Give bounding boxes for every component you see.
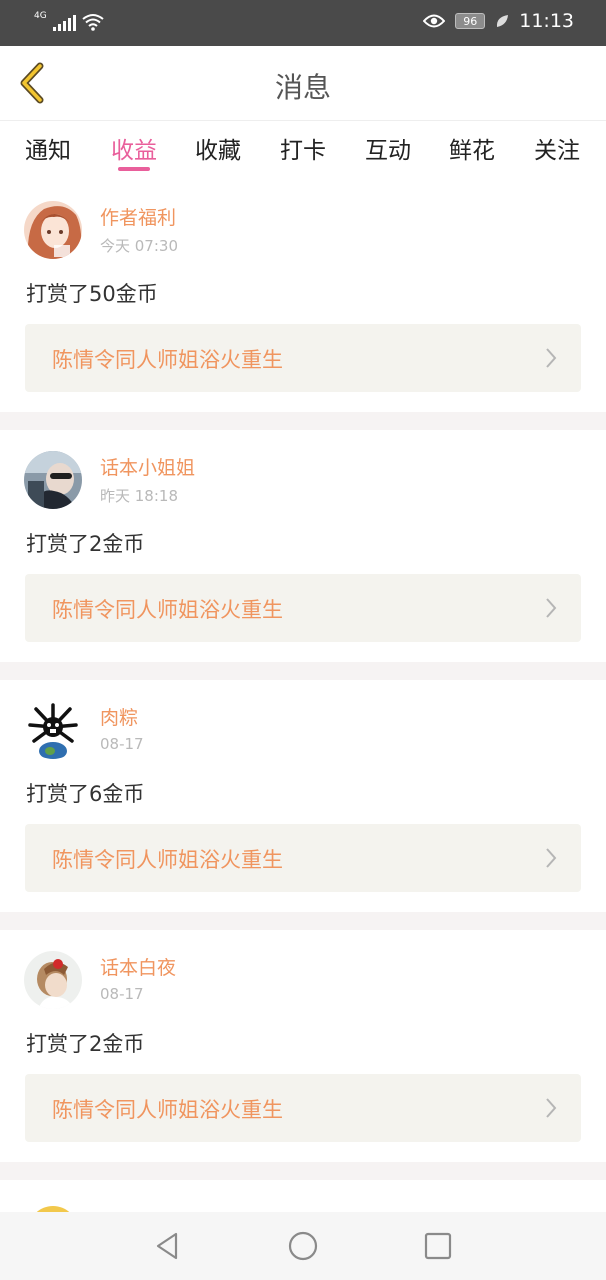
message-card-partial bbox=[0, 1182, 606, 1256]
book-link[interactable]: 陈情令同人师姐浴火重生 bbox=[25, 574, 581, 642]
book-link[interactable]: 陈情令同人师姐浴火重生 bbox=[25, 824, 581, 892]
battery-level: 96 bbox=[463, 15, 478, 28]
divider bbox=[0, 1162, 606, 1180]
username[interactable]: 话本小姐姐 bbox=[100, 453, 195, 480]
status-bar: 4G 96 11:13 bbox=[0, 0, 606, 46]
chevron-right-icon bbox=[546, 848, 557, 868]
book-title: 陈情令同人师姐浴火重生 bbox=[52, 1098, 283, 1122]
reward-text: 打赏了2金币 bbox=[26, 532, 145, 556]
message-time: 08-17 bbox=[100, 985, 144, 1003]
wifi-icon bbox=[82, 14, 104, 31]
status-left: 4G bbox=[34, 12, 104, 31]
username[interactable]: 作者福利 bbox=[100, 203, 176, 230]
system-nav-bar bbox=[0, 1212, 606, 1280]
message-time: 昨天 18:18 bbox=[100, 487, 178, 505]
divider bbox=[0, 662, 606, 680]
status-right: 96 11:13 bbox=[423, 10, 574, 32]
book-title: 陈情令同人师姐浴火重生 bbox=[52, 848, 283, 872]
page: 4G 96 11:13 消息 通知 收益 收藏 打卡 互动 鲜花 关注 作者福利… bbox=[0, 0, 606, 1280]
battery-icon: 96 bbox=[455, 13, 486, 29]
message-card: 作者福利 今天 07:30 打赏了50金币 陈情令同人师姐浴火重生 bbox=[0, 180, 606, 412]
page-title: 消息 bbox=[274, 71, 331, 104]
book-title: 陈情令同人师姐浴火重生 bbox=[52, 348, 283, 372]
book-title: 陈情令同人师姐浴火重生 bbox=[52, 598, 283, 622]
network-type: 4G bbox=[34, 11, 47, 21]
tab-bar: 通知 收益 收藏 打卡 互动 鲜花 关注 bbox=[0, 121, 606, 175]
avatar[interactable] bbox=[24, 451, 82, 509]
signal-icon bbox=[52, 15, 76, 31]
divider bbox=[0, 412, 606, 430]
divider bbox=[0, 912, 606, 930]
home-circle-icon[interactable] bbox=[287, 1230, 319, 1262]
tab-checkin[interactable]: 打卡 bbox=[271, 131, 335, 165]
eye-icon bbox=[423, 14, 446, 28]
reward-text: 打赏了2金币 bbox=[26, 1032, 145, 1056]
leaf-icon bbox=[497, 15, 509, 27]
message-time: 今天 07:30 bbox=[100, 237, 178, 255]
message-time: 08-17 bbox=[100, 735, 144, 753]
chevron-right-icon bbox=[546, 1098, 557, 1118]
username[interactable]: 话本白夜 bbox=[100, 953, 176, 980]
back-triangle-icon[interactable] bbox=[152, 1230, 184, 1262]
book-link[interactable]: 陈情令同人师姐浴火重生 bbox=[25, 1074, 581, 1142]
tab-favorites[interactable]: 收藏 bbox=[186, 131, 250, 165]
reward-text: 打赏了50金币 bbox=[26, 282, 158, 306]
avatar[interactable] bbox=[24, 951, 82, 1009]
tab-income[interactable]: 收益 bbox=[102, 131, 166, 165]
message-card: 肉粽 08-17 打赏了6金币 陈情令同人师姐浴火重生 bbox=[0, 680, 606, 912]
clock: 11:13 bbox=[519, 10, 574, 32]
tab-notice[interactable]: 通知 bbox=[16, 131, 80, 165]
avatar[interactable] bbox=[24, 701, 82, 759]
header: 消息 bbox=[0, 46, 606, 121]
chevron-right-icon bbox=[546, 598, 557, 618]
reward-text: 打赏了6金币 bbox=[26, 782, 145, 806]
active-tab-indicator bbox=[118, 167, 150, 171]
message-card: 话本小姐姐 昨天 18:18 打赏了2金币 陈情令同人师姐浴火重生 bbox=[0, 430, 606, 662]
tab-follow[interactable]: 关注 bbox=[525, 131, 589, 165]
avatar[interactable] bbox=[24, 201, 82, 259]
book-link[interactable]: 陈情令同人师姐浴火重生 bbox=[25, 324, 581, 392]
message-card: 话本白夜 08-17 打赏了2金币 陈情令同人师姐浴火重生 bbox=[0, 930, 606, 1162]
recents-square-icon[interactable] bbox=[422, 1230, 454, 1262]
tab-flowers[interactable]: 鲜花 bbox=[440, 131, 504, 165]
chevron-right-icon bbox=[546, 348, 557, 368]
username[interactable]: 肉粽 bbox=[100, 703, 138, 730]
tab-interaction[interactable]: 互动 bbox=[356, 131, 420, 165]
